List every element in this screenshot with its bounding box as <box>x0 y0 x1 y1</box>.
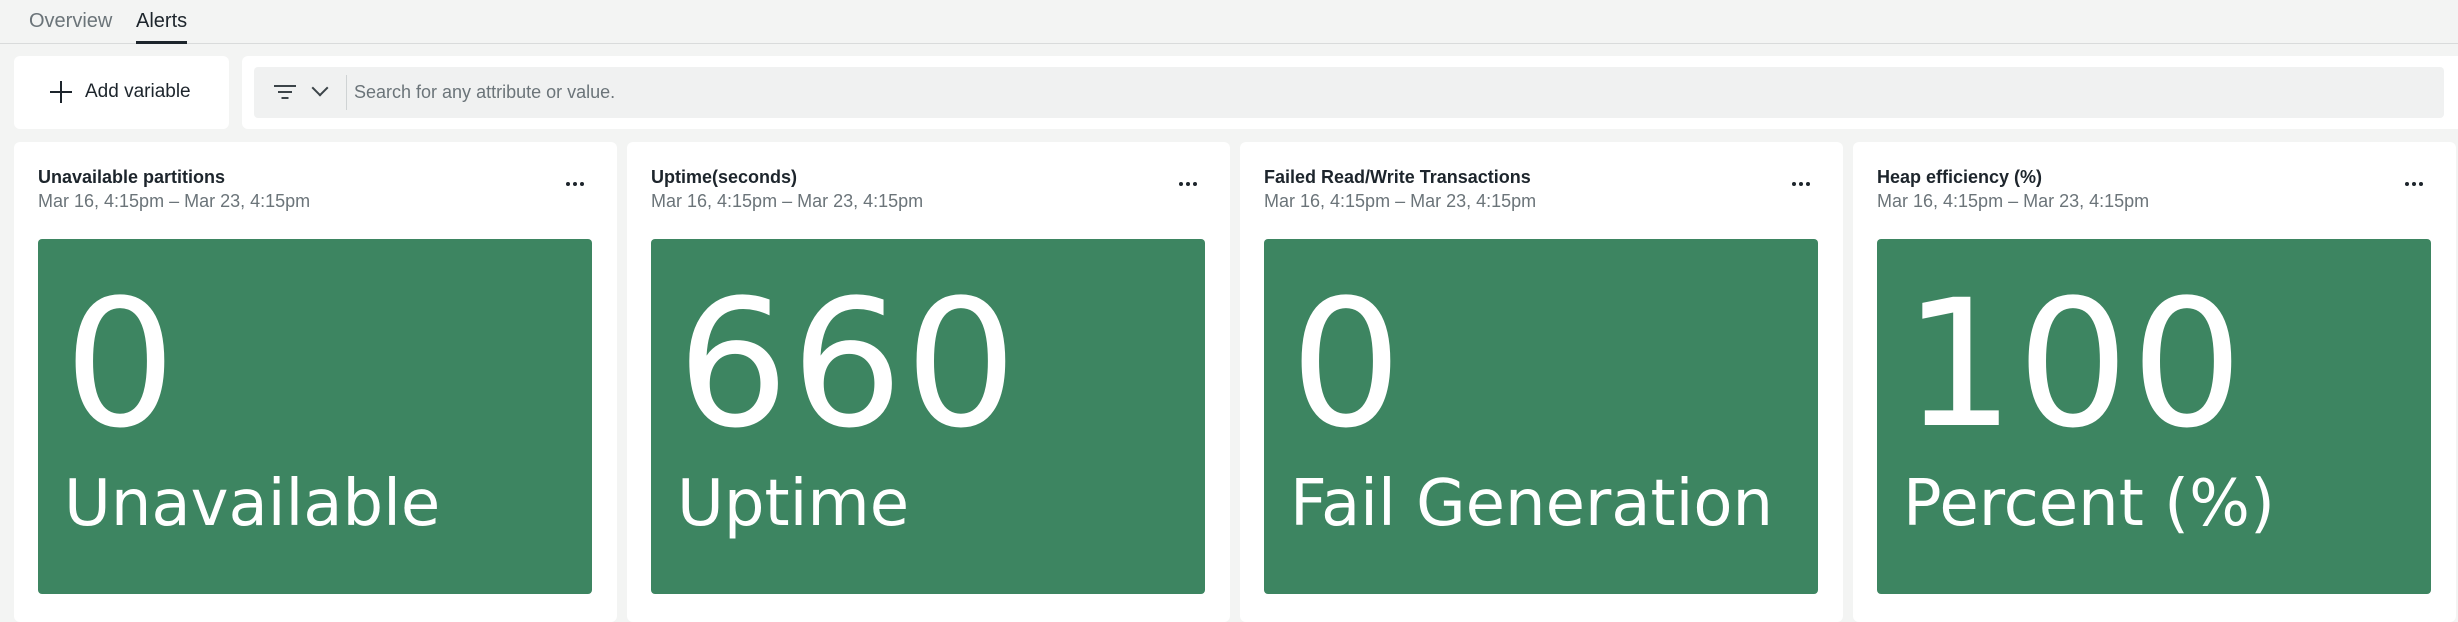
billboard-label: Fail Generation <box>1290 467 1774 541</box>
billboard-card-uptime: Uptime(seconds) Mar 16, 4:15pm – Mar 23,… <box>627 142 1230 622</box>
tab-overview[interactable]: Overview <box>29 8 112 44</box>
billboard-value: 0 <box>64 262 178 467</box>
add-variable-label: Add variable <box>85 81 191 102</box>
card-title: Failed Read/Write Transactions <box>1264 167 1531 187</box>
card-time-range: Mar 16, 4:15pm – Mar 23, 4:15pm <box>38 191 311 211</box>
billboard-value: 100 <box>1903 262 2245 467</box>
billboard: 100 Percent (%) <box>1877 239 2431 594</box>
billboard-card-heap-efficiency: Heap efficiency (%) Mar 16, 4:15pm – Mar… <box>1853 142 2456 622</box>
card-time-range: Mar 16, 4:15pm – Mar 23, 4:15pm <box>1877 191 2150 211</box>
tab-bar: Overview Alerts <box>0 0 2458 44</box>
plus-icon <box>50 81 72 103</box>
billboard-label: Uptime <box>677 467 910 541</box>
filter-dropdown-button[interactable] <box>254 67 344 118</box>
billboard: 660 Uptime <box>651 239 1205 594</box>
card-title: Heap efficiency (%) <box>1877 167 2043 187</box>
search-field-container <box>254 67 2444 118</box>
card-title: Uptime(seconds) <box>651 167 798 187</box>
divider <box>346 75 347 110</box>
more-options-icon[interactable] <box>1176 172 1200 192</box>
card-title: Unavailable partitions <box>38 167 226 187</box>
chevron-down-icon <box>311 79 329 97</box>
more-options-icon[interactable] <box>2402 172 2426 192</box>
search-input[interactable] <box>354 67 2434 118</box>
billboard-label: Unavailable <box>64 467 441 541</box>
card-time-range: Mar 16, 4:15pm – Mar 23, 4:15pm <box>1264 191 1537 211</box>
billboard: 0 Fail Generation <box>1264 239 1818 594</box>
billboard-label: Percent (%) <box>1903 467 2275 541</box>
filter-icon <box>274 84 296 100</box>
billboard-card-unavailable-partitions: Unavailable partitions Mar 16, 4:15pm – … <box>14 142 617 622</box>
billboard-value: 0 <box>1290 262 1404 467</box>
billboard-value: 660 <box>677 262 1019 467</box>
billboard: 0 Unavailable <box>38 239 592 594</box>
tab-alerts[interactable]: Alerts <box>136 8 188 44</box>
card-time-range: Mar 16, 4:15pm – Mar 23, 4:15pm <box>651 191 924 211</box>
more-options-icon[interactable] <box>563 172 587 192</box>
billboard-card-failed-transactions: Failed Read/Write Transactions Mar 16, 4… <box>1240 142 1843 622</box>
search-bar <box>242 56 2458 129</box>
more-options-icon[interactable] <box>1789 172 1813 192</box>
add-variable-button[interactable]: Add variable <box>14 56 229 129</box>
